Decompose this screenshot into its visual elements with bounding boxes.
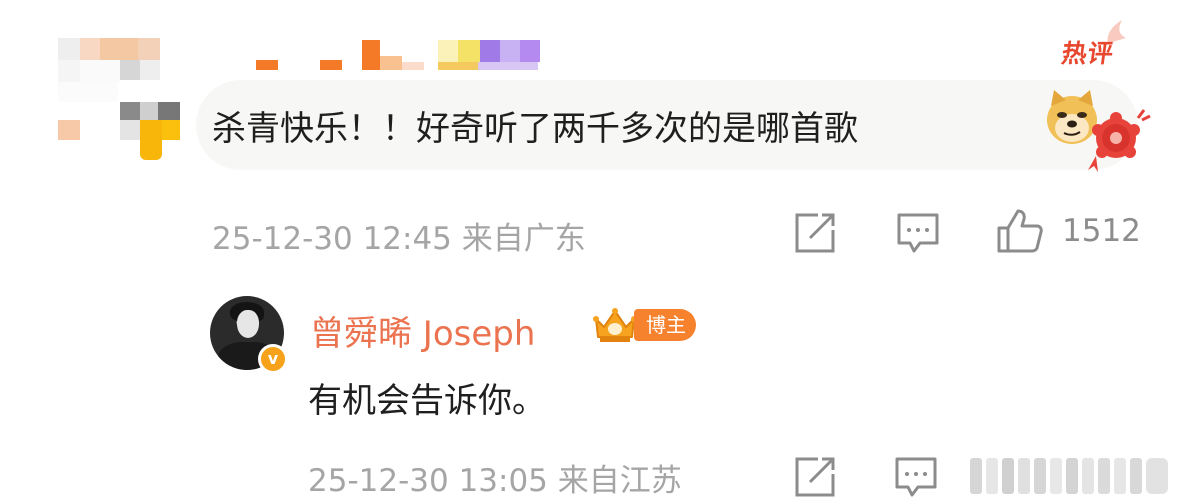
reply-text: 有机会告诉你。 xyxy=(308,381,546,421)
comment-text: 杀青快乐！！好奇听了两千多次的是哪首歌 xyxy=(212,109,858,149)
reply-timestamp: 25-12-30 13:05 xyxy=(308,463,548,499)
comment-button[interactable] xyxy=(896,212,940,254)
reply-author-name[interactable]: 曾舜晞 Joseph xyxy=(310,306,535,355)
hot-comment-badge: 热评 xyxy=(1060,20,1128,68)
commenter-name-pixelated[interactable] xyxy=(230,38,550,72)
reply-comment-button[interactable] xyxy=(894,456,938,498)
thumbs-up-icon xyxy=(997,209,1043,253)
crown-icon xyxy=(593,308,637,342)
comment-timestamp: 25-12-30 12:45 xyxy=(212,221,452,257)
owner-badge: 博主 xyxy=(634,309,696,341)
share-button[interactable] xyxy=(794,212,836,254)
like-button[interactable] xyxy=(996,208,1044,254)
verified-badge: v xyxy=(258,344,288,374)
like-count: 1512 xyxy=(1062,213,1141,249)
comment-icon xyxy=(895,457,937,497)
share-icon xyxy=(795,457,835,497)
commenter-avatar-pixelated[interactable] xyxy=(58,38,182,160)
reply-share-button[interactable] xyxy=(794,456,836,498)
reply-location: 来自江苏 xyxy=(557,463,682,499)
comment-meta: 25-12-30 12:45 来自广东 xyxy=(212,213,586,258)
comment-icon xyxy=(897,213,939,253)
comment-location: 来自广东 xyxy=(461,221,586,257)
reply-meta: 25-12-30 13:05 来自江苏 xyxy=(308,455,682,500)
flower-emoji-icon xyxy=(1088,109,1151,172)
watermark-graphic xyxy=(970,458,1168,494)
hot-comment-label: 热评 xyxy=(1059,39,1116,68)
share-icon xyxy=(795,213,835,253)
